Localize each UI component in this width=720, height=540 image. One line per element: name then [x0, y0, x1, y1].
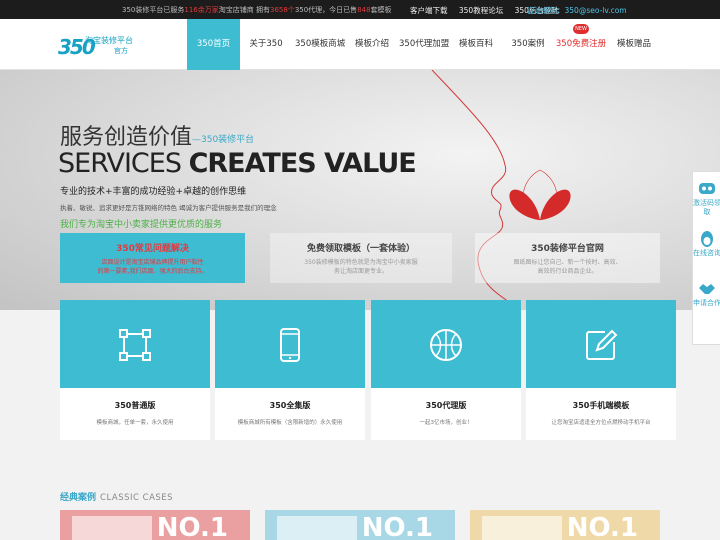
product-card-standard[interactable]: 350普通版 模板商城，任单一套，永久使用 — [60, 300, 210, 440]
nav-cases[interactable]: 350案例 — [509, 19, 547, 70]
banner-title-tag: —350装修平台 — [192, 135, 255, 145]
banner-title-cn: 服务创造价值 — [60, 125, 193, 150]
notice-count-sold: 848 — [357, 6, 371, 14]
qq-penguin-icon — [701, 231, 713, 247]
cases-section-title: 经典案例 CLASSIC CASES — [60, 485, 173, 504]
nav-agent-join[interactable]: 350代理加盟 — [399, 19, 449, 70]
case-rank: NO.1 — [361, 513, 433, 540]
nav-template-gifts[interactable]: 模板赠品 — [615, 19, 653, 70]
free-template-box-desc: 350装修模板的特色就是为淘宝中小卖家服 务让淘店面更专业。 — [304, 259, 418, 275]
edit-icon — [586, 329, 618, 360]
logo-subtitle: 淘宝装修平台 — [85, 36, 133, 45]
case-thumbnail — [277, 516, 357, 540]
chat-bubble-icon — [699, 183, 715, 194]
logo-official: 官方 — [114, 47, 128, 55]
side-online-consult[interactable]: 在线咨询 — [693, 230, 720, 258]
contact-email[interactable]: 咨询邮箱：350@seo-lv.com — [527, 5, 627, 16]
side-apply-cooperation[interactable]: 申请合作 — [693, 280, 720, 308]
cases-title-en: CLASSIC CASES — [100, 493, 174, 503]
product-desc: 模板商城所有模板（含限新增的）永久使用 — [237, 420, 343, 426]
case-card[interactable]: NO.1 — [265, 510, 455, 540]
notice-text: 淘宝店铺商 拥有 — [218, 6, 270, 14]
faq-box[interactable]: 350常见问题解决 店面设计是淘宝店铺品牌提升用户黏性 的第一要素,我们店面、强大… — [60, 233, 245, 283]
case-thumbnail — [482, 516, 562, 540]
banner-title-en-light: SERVICES — [58, 148, 182, 179]
hero-banner: 服务创造价值 —350装修平台 SERVICES CREATES VALUE 专… — [0, 70, 720, 310]
side-activation-code[interactable]: 激活码领取 — [693, 180, 720, 217]
official-site-box[interactable]: 350装修平台官网 图纸图标让您自己、新一个按时、高效、 高效的行业商品企业。 — [475, 233, 660, 283]
notice-text: 套模板 — [370, 6, 392, 14]
notice-text: 350装修平台已服务 — [122, 6, 185, 14]
new-badge: NEW — [573, 24, 589, 34]
basketball-icon — [430, 329, 462, 361]
notice-count-shops: 116余万家 — [184, 6, 219, 14]
banner-title-en: SERVICES CREATES VALUE — [58, 148, 417, 179]
mobile-phone-icon — [280, 328, 300, 362]
banner-title-en-bold: CREATES VALUE — [188, 148, 417, 179]
heart-icon — [509, 189, 571, 220]
nav-about[interactable]: 关于350 — [247, 19, 285, 70]
client-download-link[interactable]: 客户端下载 — [410, 6, 448, 15]
nav-template-wiki[interactable]: 模板百科 — [457, 19, 495, 70]
case-card[interactable]: NO.1 — [60, 510, 250, 540]
top-bar: 350装修平台已服务116余万家淘宝店铺商 拥有3658个350代理，今日已售8… — [0, 0, 720, 19]
header: 350 淘宝装修平台 官方 350首页 关于350 350模板商城 模板介绍 3… — [0, 19, 720, 70]
banner-line-3: 我们专为淘宝中小卖家提供更优质的服务 — [60, 220, 223, 230]
nav-template-intro[interactable]: 模板介绍 — [353, 19, 391, 70]
official-site-box-desc: 图纸图标让您自己、新一个按时、高效、 高效的行业商品企业。 — [513, 259, 622, 275]
handshake-icon — [699, 284, 715, 294]
product-card-full[interactable]: 350全集版 模板商城所有模板（含限新增的）永久使用 — [215, 300, 365, 440]
nav-home[interactable]: 350首页 — [187, 19, 240, 70]
crop-frame-icon — [119, 329, 151, 361]
free-template-box-title: 免费领取模板（一套体验） — [306, 244, 415, 254]
product-name: 350代理版 — [425, 401, 467, 410]
product-desc: 让您淘宝店适逢全方位点燃移动手机平台 — [551, 420, 651, 426]
product-desc: 一起3亿市场，创业！ — [419, 420, 473, 426]
nav-template-store[interactable]: 350模板商城 — [295, 19, 345, 70]
logo[interactable]: 350 淘宝装修平台 官方 — [58, 35, 178, 59]
forum-link[interactable]: 350教程论坛 — [459, 6, 503, 15]
official-site-box-title: 350装修平台官网 — [531, 244, 604, 254]
product-card-agent[interactable]: 350代理版 一起3亿市场，创业！ — [371, 300, 521, 440]
side-label: 申请合作 — [693, 299, 720, 307]
case-rank: NO.1 — [566, 513, 638, 540]
case-card[interactable]: NO.1 — [470, 510, 660, 540]
notice-text: 350代理，今日已售 — [294, 6, 358, 14]
case-rank: NO.1 — [156, 513, 228, 540]
notice-count-agents: 3658个 — [269, 6, 295, 14]
side-float-panel: 激活码领取 在线咨询 申请合作 — [692, 171, 720, 345]
service-notice: 350装修平台已服务116余万家淘宝店铺商 拥有3658个350代理，今日已售8… — [122, 5, 392, 15]
free-template-box[interactable]: 免费领取模板（一套体验） 350装修模板的特色就是为淘宝中小卖家服 务让淘店面更专… — [270, 233, 452, 283]
side-label: 在线咨询 — [693, 249, 720, 257]
faq-box-title: 350常见问题解决 — [116, 244, 189, 254]
side-label: 激活码领取 — [693, 199, 720, 216]
banner-line-2: 执着、敏锐、追求更好是方锥网络的特色 竭诚为客户提供服务是我们的理念 — [60, 204, 277, 212]
product-name: 350普通版 — [114, 401, 156, 410]
product-name: 350全集版 — [269, 401, 311, 410]
banner-line-1: 专业的技术+丰富的成功经验+卓越的创作思维 — [60, 187, 247, 197]
case-thumbnail — [72, 516, 152, 540]
product-desc: 模板商城，任单一套，永久使用 — [96, 420, 174, 426]
product-card-mobile[interactable]: 350手机端模板 让您淘宝店适逢全方位点燃移动手机平台 — [526, 300, 676, 440]
faq-box-desc: 店面设计是淘宝店铺品牌提升用户黏性 的第一要素,我们店面、强大的后台支持。 — [97, 259, 208, 275]
cases-title-cn: 经典案例 — [60, 493, 97, 503]
product-name: 350手机端模板 — [572, 401, 630, 410]
